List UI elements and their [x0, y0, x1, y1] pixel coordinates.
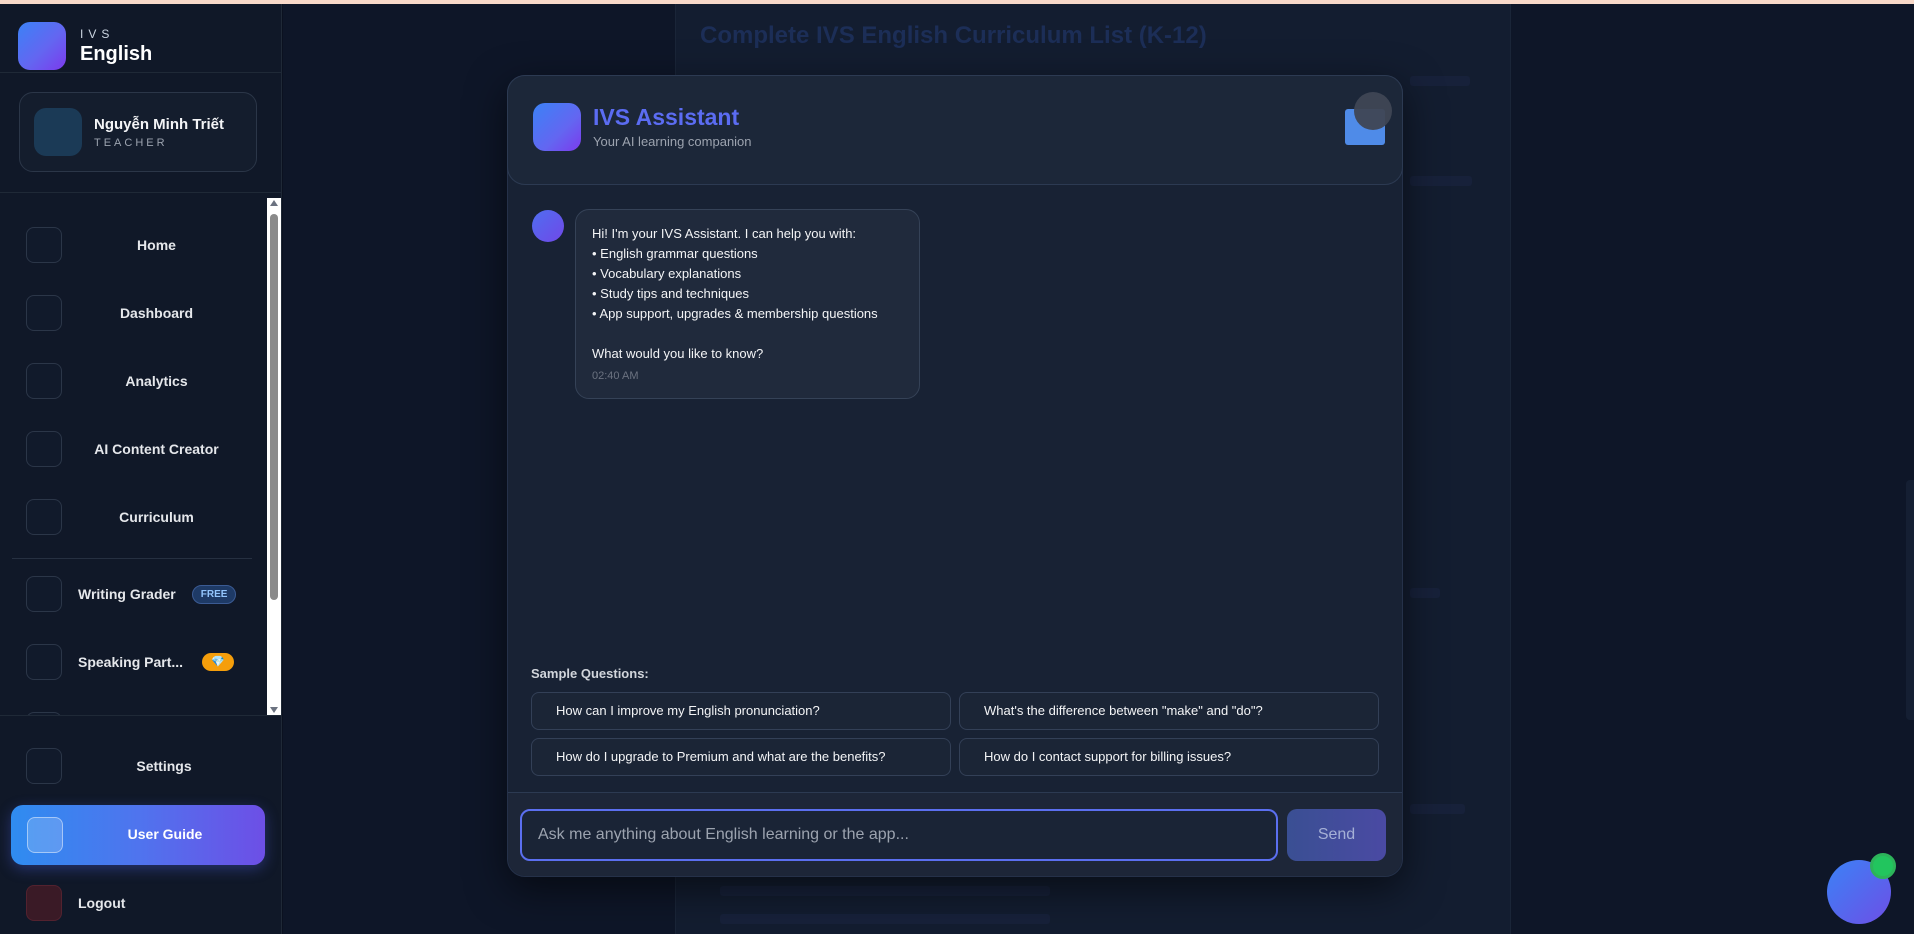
assistant-subtitle: Your AI learning companion [593, 134, 752, 149]
background-title: Complete IVS English Curriculum List (K-… [700, 22, 1207, 49]
message-bullet: • Vocabulary explanations [592, 266, 742, 281]
message-timestamp: 02:40 AM [592, 370, 639, 382]
assistant-title: IVS Assistant [593, 104, 740, 130]
chat-input[interactable] [520, 809, 1278, 861]
chat-header: IVS Assistant Your AI learning companion [507, 75, 1403, 185]
online-status-dot [1870, 853, 1896, 879]
background-text-line [1410, 588, 1440, 598]
message-bullet: • English grammar questions [592, 246, 758, 261]
scroll-down-icon[interactable] [270, 707, 278, 713]
divider [0, 715, 282, 716]
sidebar-item-user-guide[interactable]: User Guide [11, 805, 265, 865]
sidebar-item-label: Settings [136, 758, 192, 774]
sample-question-button[interactable]: How can I improve my English pronunciati… [531, 692, 951, 730]
sidebar-scrollbar[interactable] [267, 198, 281, 715]
scroll-up-icon[interactable] [270, 200, 278, 206]
logout-icon [26, 885, 62, 921]
brand-name: English [80, 42, 153, 65]
background-text-line [720, 914, 1050, 924]
sidebar-item-label: Writing Grader [78, 586, 176, 602]
sidebar-item-label: Curriculum [119, 509, 194, 525]
speaking-icon [26, 644, 62, 680]
sidebar-item-label: Speaking Part... [78, 654, 184, 670]
sample-question-button[interactable]: What's the difference between "make" and… [959, 692, 1379, 730]
background-text-line [1410, 176, 1472, 186]
message-text: Hi! I'm your IVS Assistant. I can help y… [592, 226, 857, 241]
sidebar-item-logout[interactable]: Logout [26, 884, 262, 922]
user-role: TEACHER [94, 136, 168, 149]
user-name: Nguyễn Minh Triết [94, 115, 225, 133]
sidebar-item-home[interactable]: Home [26, 226, 262, 264]
avatar [34, 108, 82, 156]
message-bullet: • App support, upgrades & membership que… [592, 306, 878, 321]
background-text-line [1410, 76, 1470, 86]
close-button[interactable] [1338, 92, 1392, 145]
brand[interactable]: IVS English [18, 20, 152, 72]
divider [12, 558, 252, 559]
nav-list: Home Dashboard Analytics AI Content Crea… [0, 198, 282, 715]
sidebar-item-dashboard[interactable]: Dashboard [26, 294, 262, 332]
scroll-thumb[interactable] [270, 214, 278, 600]
sidebar-item-analytics[interactable]: Analytics [26, 362, 262, 400]
writing-icon [26, 576, 62, 612]
sample-question-button[interactable]: How do I upgrade to Premium and what are… [531, 738, 951, 776]
free-badge: FREE [191, 584, 237, 604]
sample-question-button[interactable]: How do I contact support for billing iss… [959, 738, 1379, 776]
sidebar-item-speaking-practice[interactable]: Speaking Part... 💎 [26, 643, 262, 681]
sidebar: IVS English Nguyễn Minh Triết TEACHER Ho… [0, 4, 282, 934]
sidebar-item-label: Home [137, 237, 176, 253]
gem-icon: 💎 [202, 653, 234, 671]
assistant-message: Hi! I'm your IVS Assistant. I can help y… [575, 209, 920, 399]
sidebar-item-writing-grader[interactable]: Writing Grader FREE [26, 575, 262, 613]
divider [0, 72, 282, 73]
sidebar-item-label: AI Content Creator [94, 441, 219, 457]
background-edge [1906, 480, 1914, 720]
sidebar-item-curriculum[interactable]: Curriculum [26, 498, 262, 536]
send-button[interactable]: Send [1287, 809, 1386, 861]
brand-small-text: IVS [80, 26, 115, 41]
sidebar-item-settings[interactable]: Settings [26, 747, 262, 785]
brand-logo-icon [18, 22, 66, 70]
sample-questions-label: Sample Questions: [531, 666, 649, 681]
assistant-logo-icon [533, 103, 581, 151]
message-bullet: • Study tips and techniques [592, 286, 750, 301]
bot-avatar [532, 210, 564, 242]
sidebar-item-label: Logout [78, 895, 126, 911]
sidebar-item-ai-content-creator[interactable]: AI Content Creator [26, 430, 262, 468]
user-card[interactable]: Nguyễn Minh Triết TEACHER [19, 92, 257, 172]
message-text: What would you like to know? [592, 346, 764, 361]
sidebar-item-label: Analytics [125, 373, 188, 389]
sidebar-item-label: User Guide [127, 826, 203, 842]
sidebar-item-label: Dashboard [119, 305, 194, 321]
close-icon-overlay [1354, 92, 1392, 130]
background-text-line [720, 886, 1050, 896]
divider [0, 192, 282, 193]
background-text-line [1410, 804, 1465, 814]
